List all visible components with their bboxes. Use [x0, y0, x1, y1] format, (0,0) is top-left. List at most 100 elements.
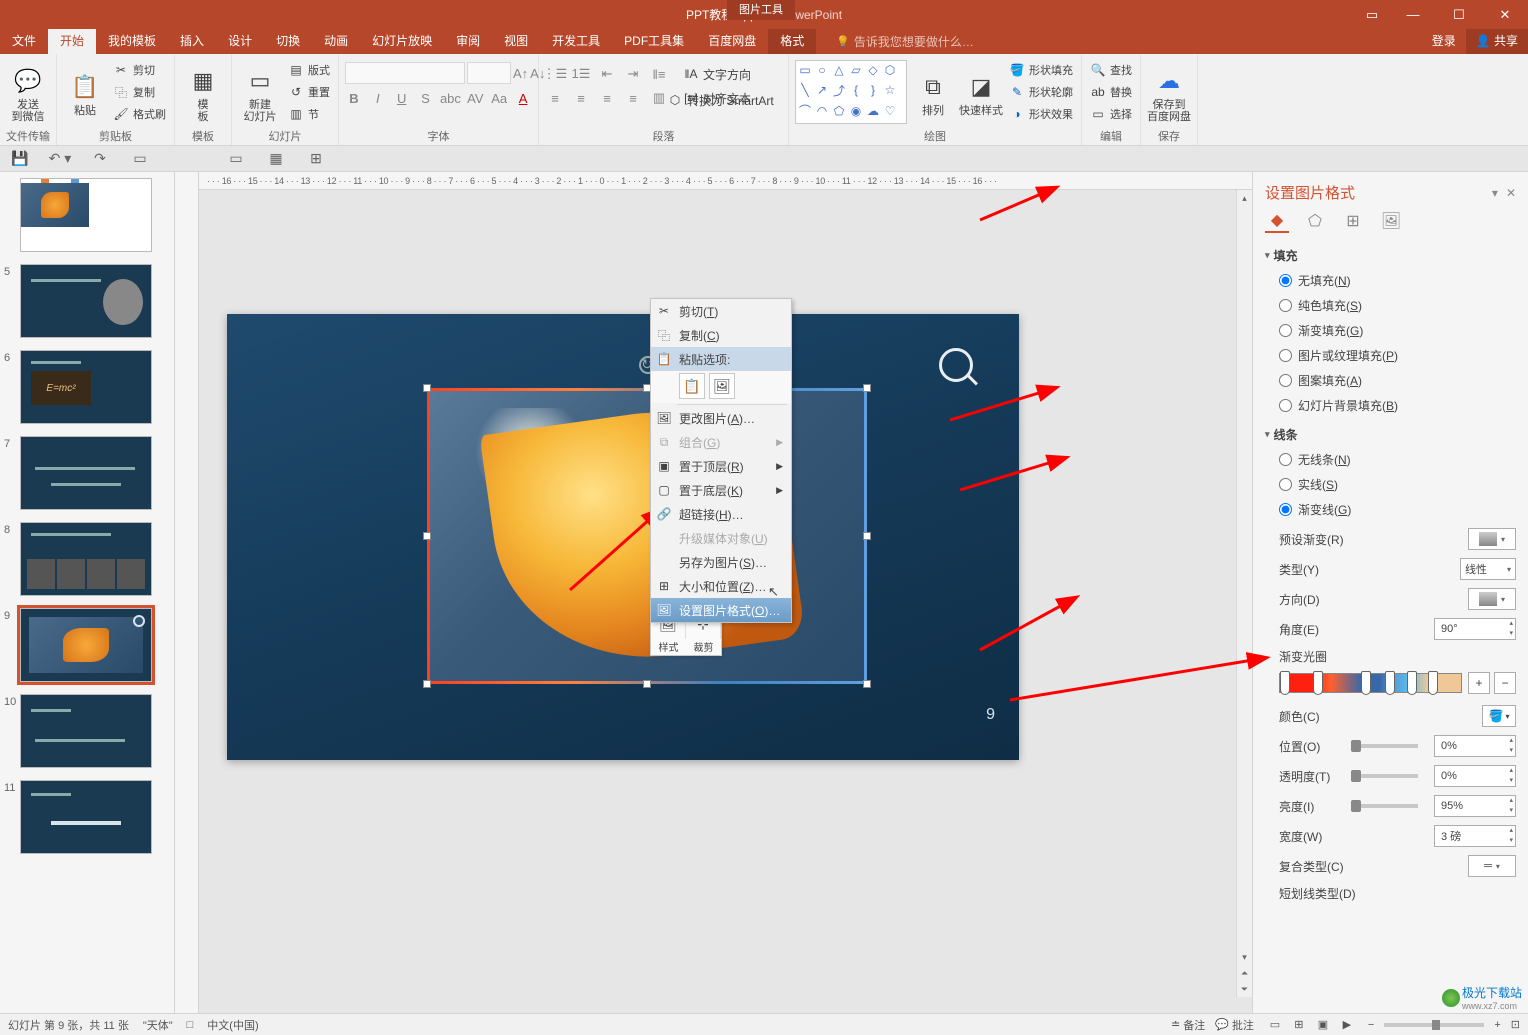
line-section-header[interactable]: 线条 — [1265, 420, 1524, 449]
prev-slide-icon[interactable]: ⏶ — [1237, 965, 1252, 981]
line-spacing-button[interactable]: ‖≡ — [649, 64, 669, 84]
ribbon-options-icon[interactable]: ▭ — [1354, 0, 1390, 29]
zoom-in-button[interactable]: + — [1494, 1019, 1500, 1031]
zoom-out-button[interactable]: − — [1368, 1019, 1374, 1031]
ctx-cut[interactable]: ✂剪切(T) — [651, 299, 791, 323]
bold-button[interactable]: B — [345, 88, 363, 108]
tab-slideshow[interactable]: 幻灯片放映 — [360, 29, 444, 54]
section-button[interactable]: ▥节 — [286, 104, 332, 124]
replace-button[interactable]: ab替换 — [1088, 82, 1134, 102]
shadow-button[interactable]: abc — [440, 88, 460, 108]
tell-me-search[interactable]: 告诉我您想要做什么… — [836, 29, 974, 54]
qat-btn-3[interactable]: ⊞ — [304, 148, 328, 170]
font-name-input[interactable] — [345, 62, 465, 84]
bullets-button[interactable]: ⋮☰ — [545, 64, 565, 84]
tab-animations[interactable]: 动画 — [312, 29, 360, 54]
sorter-view-icon[interactable]: ⊞ — [1288, 1016, 1310, 1034]
picture-tab-icon[interactable]: 🖼 — [1379, 209, 1403, 233]
pane-close-icon[interactable]: ✕ — [1506, 186, 1516, 200]
ctx-hyperlink[interactable]: 🔗超链接(H)… — [651, 502, 791, 526]
tab-my-templates[interactable]: 我的模板 — [96, 29, 168, 54]
tab-transitions[interactable]: 切换 — [264, 29, 312, 54]
paste-option-2[interactable]: 🖼 — [709, 373, 735, 399]
ctx-bring-front[interactable]: ▣置于顶层(R)▶ — [651, 454, 791, 478]
tab-insert[interactable]: 插入 — [168, 29, 216, 54]
resize-handle[interactable] — [423, 680, 431, 688]
align-right-button[interactable]: ≡ — [597, 88, 617, 108]
save-to-baidu-button[interactable]: ☁保存到 百度网盘 — [1147, 60, 1191, 128]
scroll-up-icon[interactable]: ▴ — [1237, 190, 1252, 206]
tab-home[interactable]: 开始 — [48, 29, 96, 54]
ctx-copy[interactable]: ⿻复制(C) — [651, 323, 791, 347]
language-label[interactable]: 中文(中国) — [207, 1017, 258, 1033]
numbering-button[interactable]: 1☰ — [571, 64, 591, 84]
line-none-radio[interactable]: 无线条(N) — [1279, 451, 1524, 468]
paste-option-1[interactable]: 📋 — [679, 373, 705, 399]
format-painter-button[interactable]: 🖌格式刷 — [111, 104, 168, 124]
spell-check-icon[interactable]: □ — [187, 1019, 194, 1031]
strikethrough-button[interactable]: S — [417, 88, 435, 108]
template-button[interactable]: ▦模 板 — [181, 60, 225, 128]
slide-thumbnails-panel[interactable]: 5 6 E=mc² 7 8 9 10 11 — [0, 172, 175, 1013]
close-button[interactable]: ✕ — [1482, 0, 1528, 29]
ctx-format-picture[interactable]: 🖼设置图片格式(O)… — [651, 598, 791, 622]
minimize-button[interactable]: — — [1390, 0, 1436, 29]
reading-view-icon[interactable]: ▣ — [1312, 1016, 1334, 1034]
fill-gradient-radio[interactable]: 渐变填充(G) — [1279, 322, 1524, 339]
resize-handle[interactable] — [423, 384, 431, 392]
next-slide-icon[interactable]: ⏷ — [1237, 981, 1252, 997]
transparency-spinner[interactable]: 0% — [1434, 765, 1516, 787]
fill-slide-bg-radio[interactable]: 幻灯片背景填充(B) — [1279, 397, 1524, 414]
scroll-down-icon[interactable]: ▾ — [1237, 949, 1252, 965]
reset-button[interactable]: ↺重置 — [286, 82, 332, 102]
align-left-button[interactable]: ≡ — [545, 88, 565, 108]
slide-thumbnail[interactable]: 5 — [4, 264, 170, 338]
slide-thumbnail[interactable]: 6 E=mc² — [4, 350, 170, 424]
char-spacing-button[interactable]: AV — [466, 88, 484, 108]
brightness-slider[interactable] — [1351, 804, 1418, 808]
pane-options-icon[interactable]: ▾ — [1492, 186, 1498, 200]
slide-thumbnail[interactable]: 8 — [4, 522, 170, 596]
tab-view[interactable]: 视图 — [492, 29, 540, 54]
quick-styles-button[interactable]: ◪快速样式 — [959, 60, 1003, 128]
ctx-send-back[interactable]: ▢置于底层(K)▶ — [651, 478, 791, 502]
normal-view-icon[interactable]: ▭ — [1264, 1016, 1286, 1034]
increase-font-icon[interactable]: A↑ — [513, 63, 528, 83]
tab-design[interactable]: 设计 — [216, 29, 264, 54]
gradient-direction-dropdown[interactable] — [1468, 588, 1516, 610]
fill-none-radio[interactable]: 无填充(N) — [1279, 272, 1524, 289]
redo-button[interactable]: ↷ — [88, 148, 112, 170]
change-case-button[interactable]: Aa — [490, 88, 508, 108]
tab-pdf-tools[interactable]: PDF工具集 — [612, 29, 696, 54]
smartart-button[interactable]: ⬡转换为 SmartArt — [665, 90, 782, 110]
position-spinner[interactable]: 0% — [1434, 735, 1516, 757]
copy-button[interactable]: ⿻复制 — [111, 82, 168, 102]
layout-button[interactable]: ▤版式 — [286, 60, 332, 80]
preset-gradient-dropdown[interactable] — [1468, 528, 1516, 550]
tab-developer[interactable]: 开发工具 — [540, 29, 612, 54]
start-slideshow-button[interactable]: ▭ — [128, 148, 152, 170]
remove-stop-button[interactable]: − — [1494, 672, 1516, 694]
current-slide[interactable]: 9 ✥ — [227, 314, 1019, 760]
resize-handle[interactable] — [863, 532, 871, 540]
fill-section-header[interactable]: 填充 — [1265, 241, 1524, 270]
tab-baidu[interactable]: 百度网盘 — [696, 29, 768, 54]
shape-effects-button[interactable]: ◑形状效果 — [1007, 104, 1075, 124]
resize-handle[interactable] — [643, 680, 651, 688]
share-button[interactable]: 👤 共享 — [1466, 29, 1528, 54]
notes-button[interactable]: ≐ 备注 — [1171, 1017, 1205, 1033]
pane-body[interactable]: 填充 无填充(N) 纯色填充(S) 渐变填充(G) 图片或纹理填充(P) 图案填… — [1253, 241, 1528, 1013]
italic-button[interactable]: I — [369, 88, 387, 108]
size-tab-icon[interactable]: ⊞ — [1341, 209, 1365, 233]
comments-button[interactable]: 💬 批注 — [1215, 1017, 1254, 1033]
undo-button[interactable]: ↶ ▾ — [48, 148, 72, 170]
line-solid-radio[interactable]: 实线(S) — [1279, 476, 1524, 493]
fill-solid-radio[interactable]: 纯色填充(S) — [1279, 297, 1524, 314]
select-button[interactable]: ▭选择 — [1088, 104, 1134, 124]
slide-thumbnail[interactable]: 11 — [4, 780, 170, 854]
tab-format[interactable]: 格式 — [768, 29, 816, 54]
shape-fill-button[interactable]: 🪣形状填充 — [1007, 60, 1075, 80]
compound-dropdown[interactable]: ═ — [1468, 855, 1516, 877]
gradient-type-dropdown[interactable]: 线性 — [1460, 558, 1516, 580]
slide-thumbnail[interactable]: 9 — [4, 608, 170, 682]
